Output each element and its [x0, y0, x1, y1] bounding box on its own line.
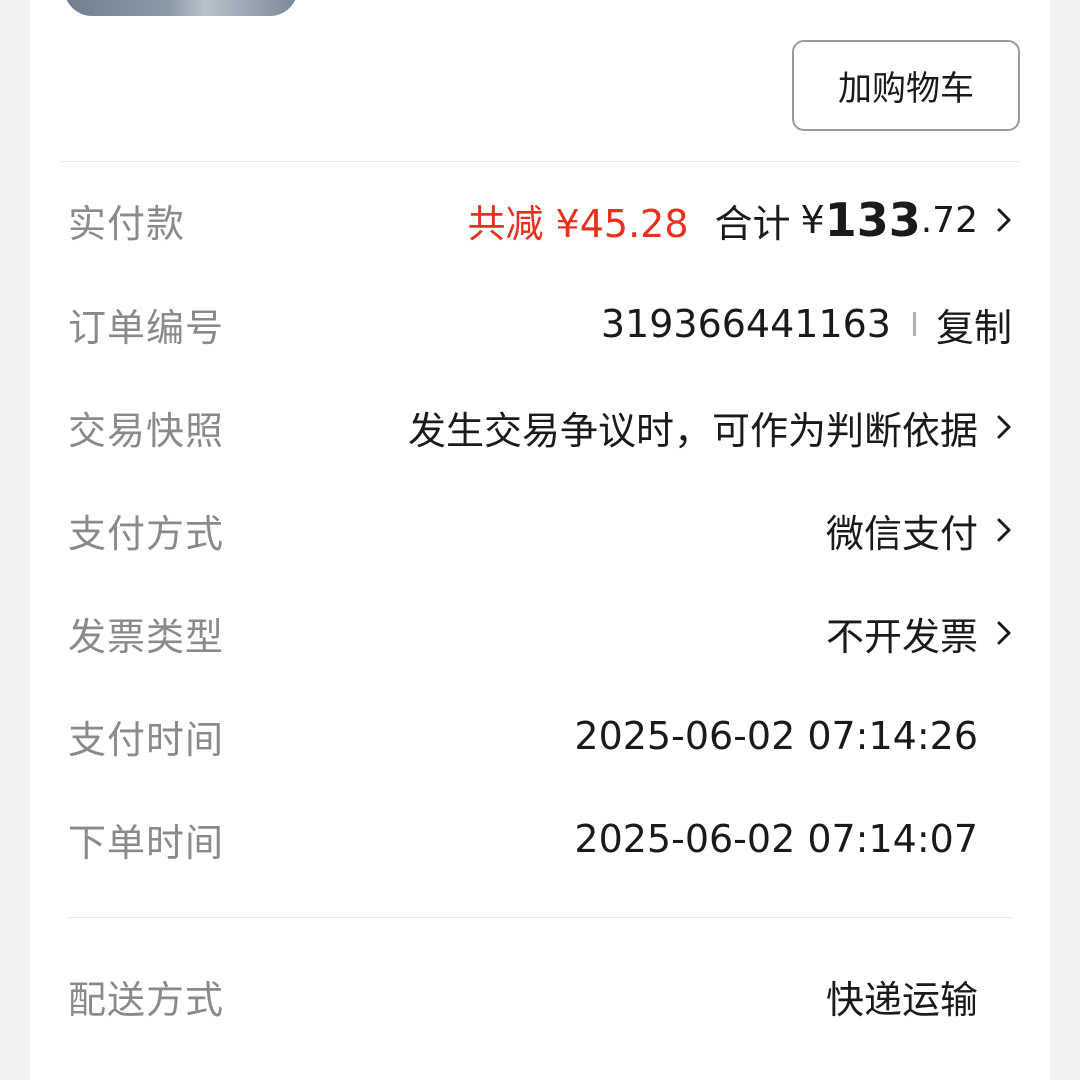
- product-thumbnail[interactable]: [64, 0, 298, 16]
- delivery-label: 配送方式: [68, 977, 225, 1022]
- order-time-text: 2025-06-02 07:14:07: [574, 817, 978, 861]
- order-number: 319366441163: [600, 302, 891, 346]
- separator: [912, 312, 916, 336]
- order-number-value: 319366441163 复制: [601, 297, 1012, 352]
- order-number-label: 订单编号: [68, 305, 225, 350]
- order-time-value: 2025-06-02 07:14:07: [574, 817, 1012, 861]
- delivery-text: 快递运输: [825, 977, 978, 1022]
- chevron-right-icon: [978, 203, 1012, 237]
- chevron-right-icon: [978, 513, 1012, 547]
- snapshot-description: 发生交易争议时，可作为判断依据: [407, 408, 978, 453]
- payment-value: 共减 ¥45.28 合计 ¥ 133 .72: [467, 193, 1012, 248]
- payment-label: 实付款: [68, 201, 186, 246]
- pay-time-label: 支付时间: [68, 717, 225, 762]
- total-decimal: .72: [920, 199, 978, 241]
- chevron-right-icon: [978, 410, 1012, 444]
- delivery-row: 配送方式 快递运输: [68, 961, 1012, 1031]
- pay-time-text: 2025-06-02 07:14:26: [574, 714, 978, 758]
- pay-method-text: 微信支付: [825, 511, 978, 556]
- order-time-row: 下单时间 2025-06-02 07:14:07: [68, 804, 1012, 874]
- divider-top: [60, 161, 1020, 162]
- total-label: 合计: [714, 201, 791, 246]
- invoice-text: 不开发票: [825, 614, 978, 659]
- snapshot-row[interactable]: 交易快照 发生交易争议时，可作为判断依据: [68, 392, 1012, 462]
- total-integer: 133: [824, 193, 921, 247]
- pay-method-label: 支付方式: [68, 511, 225, 556]
- currency-symbol: ¥: [800, 198, 825, 242]
- pay-time-value: 2025-06-02 07:14:26: [574, 714, 1012, 758]
- snapshot-value: 发生交易争议时，可作为判断依据: [408, 400, 1012, 455]
- delivery-value: 快递运输: [826, 969, 1012, 1024]
- snapshot-label: 交易快照: [68, 408, 225, 453]
- invoice-row[interactable]: 发票类型 不开发票: [68, 598, 1012, 668]
- invoice-label: 发票类型: [68, 614, 225, 659]
- pay-time-row: 支付时间 2025-06-02 07:14:26: [68, 701, 1012, 771]
- order-time-label: 下单时间: [68, 820, 225, 865]
- copy-button[interactable]: 复制: [936, 297, 1012, 352]
- order-detail-card: 加购物车 实付款 共减 ¥45.28 合计 ¥ 133 .72 订单编号 319…: [30, 0, 1050, 1080]
- invoice-value: 不开发票: [826, 606, 1012, 661]
- pay-method-value: 微信支付: [826, 503, 1012, 558]
- discount-amount: 共减 ¥45.28: [467, 201, 689, 246]
- chevron-right-icon: [978, 616, 1012, 650]
- payment-row[interactable]: 实付款 共减 ¥45.28 合计 ¥ 133 .72: [68, 185, 1012, 255]
- order-number-row: 订单编号 319366441163 复制: [68, 289, 1012, 359]
- divider-bottom: [68, 917, 1012, 918]
- add-to-cart-button[interactable]: 加购物车: [792, 40, 1020, 131]
- pay-method-row[interactable]: 支付方式 微信支付: [68, 495, 1012, 565]
